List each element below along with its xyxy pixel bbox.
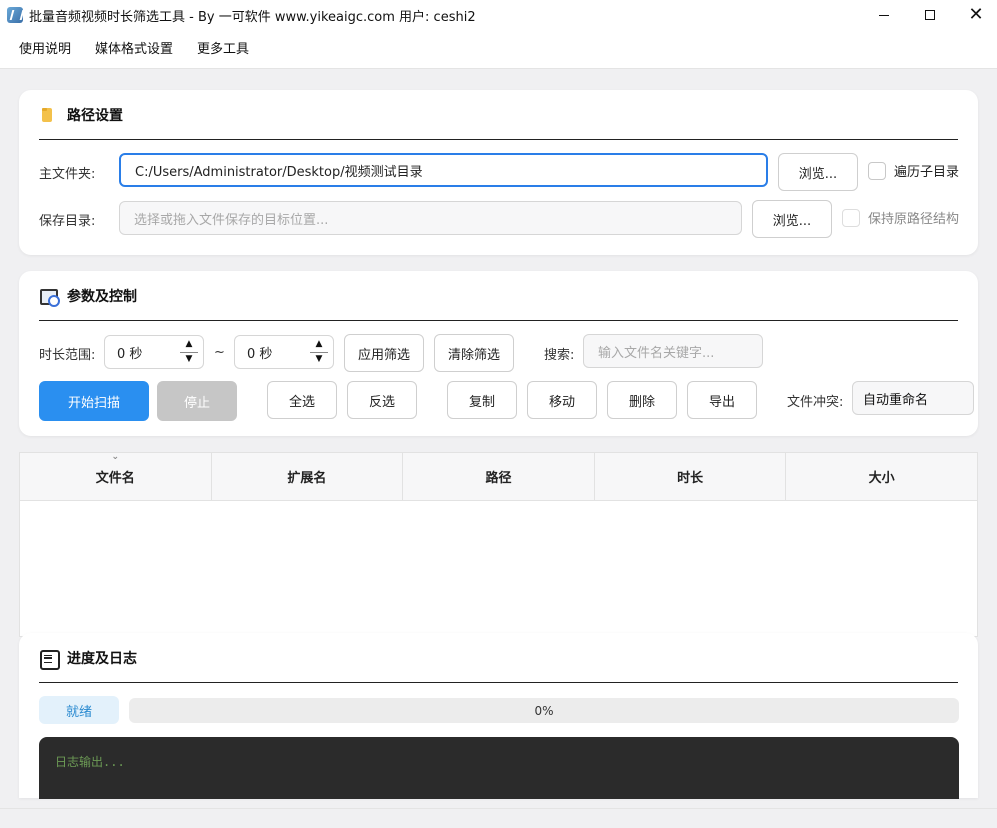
apply-filter-button[interactable]: 应用筛选 — [344, 334, 424, 372]
params-control-card: 参数及控制 时长范围: 0 秒 ▲ ▼ ~ 0 秒 ▲ ▼ 应用筛选 清除筛选 … — [19, 271, 978, 436]
menu-media-format-settings[interactable]: 媒体格式设置 — [83, 30, 185, 69]
table-header: ⌄ 文件名 扩展名 路径 时长 大小 — [20, 453, 977, 501]
start-scan-button[interactable]: 开始扫描 — [39, 381, 149, 421]
path-settings-title: 路径设置 — [67, 107, 123, 124]
path-settings-card: 路径设置 主文件夹: C:/Users/Administrator/Deskto… — [19, 90, 978, 255]
save-dir-label: 保存目录: — [39, 214, 96, 229]
spin-down-icon[interactable]: ▼ — [186, 353, 193, 366]
params-icon — [39, 287, 60, 307]
params-title: 参数及控制 — [67, 288, 137, 305]
menu-bar: 使用说明 媒体格式设置 更多工具 — [0, 30, 997, 69]
spin-down-icon[interactable]: ▼ — [316, 353, 323, 366]
keep-structure-checkbox-label: 保持原路径结构 — [868, 212, 960, 227]
recursive-checkbox[interactable]: 遍历子目录 — [868, 161, 959, 180]
window-title: 批量音频视频时长筛选工具 - By 一可软件 www.yikeaigc.com … — [29, 9, 476, 25]
search-input[interactable]: 输入文件名关键字... — [583, 334, 763, 368]
progress-text: 0% — [534, 703, 554, 718]
minimize-button[interactable] — [861, 0, 907, 30]
sort-chevron-icon: ⌄ — [111, 452, 120, 462]
min-duration-value: 0 秒 — [117, 346, 143, 362]
keep-structure-checkbox-box[interactable] — [842, 208, 860, 227]
status-bar — [0, 808, 997, 828]
column-header-duration[interactable]: 时长 — [595, 453, 787, 500]
select-all-button[interactable]: 全选 — [267, 381, 337, 419]
file-conflict-select[interactable]: 自动重命名 — [852, 381, 974, 415]
spin-up-icon[interactable]: ▲ — [186, 338, 193, 351]
column-header-size[interactable]: 大小 — [786, 453, 977, 500]
menu-usage-guide[interactable]: 使用说明 — [7, 30, 83, 69]
clear-filter-button[interactable]: 清除筛选 — [434, 334, 514, 372]
max-duration-value: 0 秒 — [247, 346, 273, 362]
invert-selection-button[interactable]: 反选 — [347, 381, 417, 419]
search-label: 搜索: — [544, 348, 575, 363]
close-button[interactable]: ✕ — [953, 0, 997, 30]
main-folder-input[interactable]: C:/Users/Administrator/Desktop/视频测试目录 — [119, 153, 768, 187]
spin-up-icon[interactable]: ▲ — [316, 338, 323, 351]
recursive-checkbox-box[interactable] — [868, 161, 886, 180]
keep-structure-checkbox[interactable]: 保持原路径结构 — [842, 208, 959, 227]
export-button[interactable]: 导出 — [687, 381, 757, 419]
main-folder-label: 主文件夹: — [39, 167, 96, 182]
log-output[interactable]: 日志输出... — [39, 737, 959, 799]
minimize-icon — [879, 14, 889, 16]
recursive-checkbox-label: 遍历子目录 — [894, 165, 960, 180]
status-badge: 就绪 — [39, 696, 119, 724]
browse-main-folder-button[interactable]: 浏览... — [778, 153, 858, 191]
log-icon — [39, 649, 60, 670]
save-dir-input[interactable]: 选择或拖入文件保存的目标位置... — [119, 201, 742, 235]
browse-save-dir-button[interactable]: 浏览... — [752, 200, 832, 238]
column-header-extension[interactable]: 扩展名 — [212, 453, 404, 500]
close-icon: ✕ — [968, 4, 984, 25]
progress-bar: 0% — [129, 698, 959, 723]
title-bar: 批量音频视频时长筛选工具 - By 一可软件 www.yikeaigc.com … — [0, 0, 997, 30]
maximize-button[interactable] — [907, 0, 953, 30]
min-duration-arrows[interactable]: ▲ ▼ — [177, 338, 201, 366]
range-separator: ~ — [214, 345, 225, 360]
app-logo-icon — [7, 7, 23, 23]
max-duration-spinbox[interactable]: 0 秒 ▲ ▼ — [234, 335, 334, 369]
progress-log-title: 进度及日志 — [67, 650, 137, 667]
params-header: 参数及控制 — [39, 271, 958, 321]
move-button[interactable]: 移动 — [527, 381, 597, 419]
min-duration-spinbox[interactable]: 0 秒 ▲ ▼ — [104, 335, 204, 369]
duration-range-label: 时长范围: — [39, 348, 96, 363]
copy-button[interactable]: 复制 — [447, 381, 517, 419]
column-header-path[interactable]: 路径 — [403, 453, 595, 500]
column-header-filename[interactable]: ⌄ 文件名 — [20, 453, 212, 500]
stop-button[interactable]: 停止 — [157, 381, 237, 421]
results-table[interactable]: ⌄ 文件名 扩展名 路径 时长 大小 — [19, 452, 978, 637]
max-duration-arrows[interactable]: ▲ ▼ — [307, 338, 331, 366]
progress-log-header: 进度及日志 — [39, 633, 958, 683]
menu-more-tools[interactable]: 更多工具 — [185, 30, 261, 69]
folder-icon — [39, 106, 57, 124]
file-conflict-label: 文件冲突: — [787, 395, 844, 410]
delete-button[interactable]: 删除 — [607, 381, 677, 419]
path-settings-header: 路径设置 — [39, 90, 958, 140]
maximize-icon — [925, 10, 935, 20]
